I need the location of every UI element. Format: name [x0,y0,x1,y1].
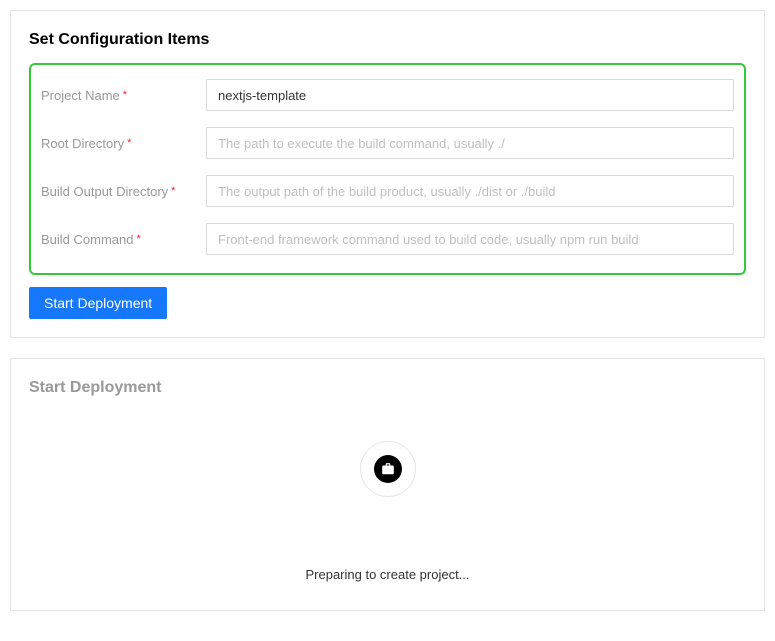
build-output-directory-input[interactable] [206,175,734,207]
deploy-status-icon-circle [360,441,416,497]
build-output-directory-label-text: Build Output Directory [41,184,168,199]
required-mark: * [123,89,127,101]
config-panel: Set Configuration Items Project Name * R… [10,10,765,338]
deploy-content: Preparing to create project... [29,411,746,592]
root-directory-label: Root Directory * [41,136,206,151]
required-mark: * [171,185,175,197]
project-name-label: Project Name * [41,88,206,103]
deploy-panel-title: Start Deployment [29,379,746,397]
build-output-directory-label: Build Output Directory * [41,184,206,199]
project-name-row: Project Name * [41,79,734,111]
build-command-label: Build Command * [41,232,206,247]
build-output-directory-row: Build Output Directory * [41,175,734,207]
build-command-input[interactable] [206,223,734,255]
config-form-box: Project Name * Root Directory * Build Ou… [29,63,746,275]
root-directory-label-text: Root Directory [41,136,124,151]
briefcase-icon [374,455,402,483]
project-name-label-text: Project Name [41,88,120,103]
build-command-row: Build Command * [41,223,734,255]
start-deployment-button[interactable]: Start Deployment [29,287,167,319]
root-directory-input[interactable] [206,127,734,159]
root-directory-row: Root Directory * [41,127,734,159]
build-command-label-text: Build Command [41,232,134,247]
deploy-status-text: Preparing to create project... [305,567,469,582]
required-mark: * [137,233,141,245]
deploy-panel: Start Deployment Preparing to create pro… [10,358,765,611]
project-name-input[interactable] [206,79,734,111]
config-panel-title: Set Configuration Items [29,31,746,49]
required-mark: * [127,137,131,149]
